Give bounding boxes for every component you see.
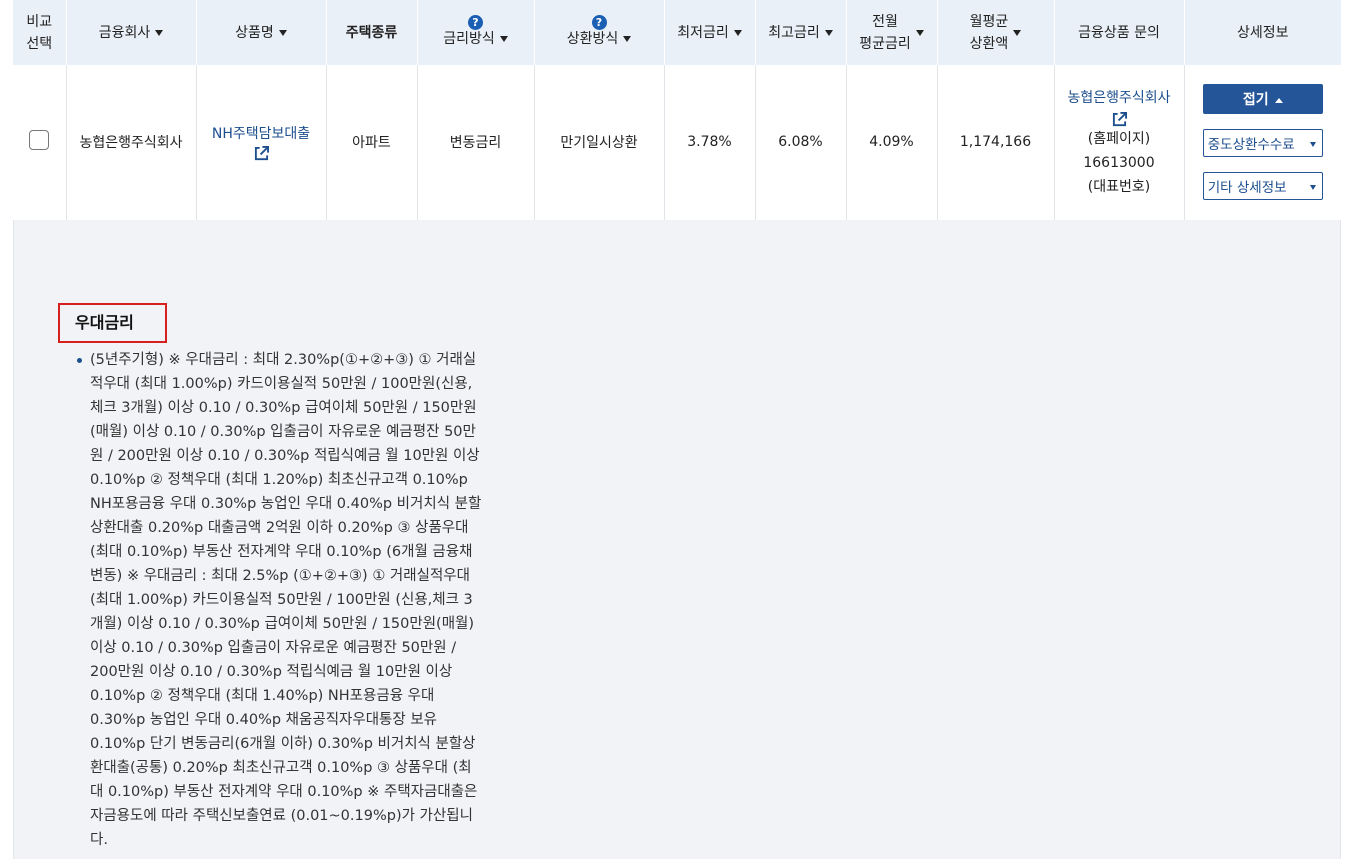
cell-max-rate: 6.08% (754, 65, 846, 221)
sort-caret-icon[interactable] (733, 29, 742, 36)
cell-rate-type: 변동금리 (416, 65, 534, 221)
inquiry-homepage-label: (홈페이지) (1087, 130, 1151, 147)
header-company[interactable]: 금융회사 (65, 0, 196, 65)
cell-prev-avg-rate: 4.09% (845, 65, 937, 221)
header-max-rate[interactable]: 최고금리 (754, 0, 846, 65)
product-table: 비교 선택 금융회사 상품명 주택종류 ? 금리방식 ? 상환방식 최저금리 최고금… (13, 0, 1341, 221)
cell-compare (13, 65, 66, 221)
header-rate-type-label: 금리방식 (443, 31, 495, 47)
product-link[interactable]: NH주택담보대출 (212, 126, 310, 142)
header-compare: 비교 선택 (13, 0, 66, 65)
caret-down-icon (1309, 185, 1316, 191)
caret-down-icon (1309, 142, 1316, 148)
cell-monthly-repay: 1,174,166 (936, 65, 1054, 221)
help-icon[interactable]: ? (591, 15, 607, 30)
loan-comparison-table: 비교 선택 금융회사 상품명 주택종류 ? 금리방식 ? 상환방식 최저금리 최고금… (13, 0, 1341, 221)
header-inquiry: 금융상품 문의 (1053, 0, 1184, 65)
sort-caret-icon[interactable] (915, 29, 924, 36)
bullet-icon (77, 358, 82, 363)
header-product-label: 상품명 (235, 24, 274, 41)
header-repay-type-label: 상환방식 (566, 31, 619, 47)
header-house-type: 주택종류 (325, 0, 417, 65)
detail-panel: 우대금리 (5년주기형) ※ 우대금리 : 최대 2.30%p(①+②+③) ①… (13, 220, 1341, 859)
preferential-rate-text: (5년주기형) ※ 우대금리 : 최대 2.30%p(①+②+③) ① 거래실적… (90, 352, 482, 848)
cell-product: NH주택담보대출 (195, 65, 326, 221)
cell-house-type: 아파트 (325, 65, 417, 221)
prepay-fee-button[interactable]: 중도상환수수료 (1202, 129, 1323, 158)
inquiry-phone: 16613000 (1083, 154, 1155, 171)
preferential-rate-title: 우대금리 (58, 303, 167, 343)
help-icon[interactable]: ? (468, 15, 483, 30)
other-detail-button-label: 기타 상세정보 (1207, 180, 1287, 197)
header-rate-type[interactable]: ? 금리방식 (416, 0, 534, 65)
external-link-icon[interactable] (254, 146, 269, 161)
fold-button-label: 접기 (1242, 92, 1269, 109)
header-monthly-repay-label: 월평균 상환액 (969, 13, 1009, 52)
header-detail-label: 상세정보 (1236, 24, 1289, 41)
header-monthly-repay[interactable]: 월평균 상환액 (936, 0, 1054, 65)
fold-button[interactable]: 접기 (1202, 84, 1323, 115)
header-detail: 상세정보 (1183, 0, 1341, 65)
header-house-type-label: 주택종류 (345, 24, 398, 41)
sort-caret-icon[interactable] (155, 29, 164, 36)
header-max-rate-label: 최고금리 (768, 24, 820, 41)
header-product[interactable]: 상품명 (195, 0, 326, 65)
cell-repay-type: 만기일시상환 (533, 65, 664, 221)
header-min-rate[interactable]: 최저금리 (663, 0, 755, 65)
header-inquiry-label: 금융상품 문의 (1078, 24, 1160, 41)
cell-detail: 접기 중도상환수수료 기타 상세정보 (1183, 65, 1341, 221)
cell-company: 농협은행주식회사 (65, 65, 196, 221)
compare-checkbox[interactable] (29, 130, 50, 151)
sort-caret-icon[interactable] (824, 29, 833, 36)
header-company-label: 금융회사 (98, 24, 151, 41)
header-min-rate-label: 최저금리 (677, 24, 729, 41)
inquiry-company-link[interactable]: 농협은행주식회사 (1067, 90, 1170, 106)
header-repay-type[interactable]: ? 상환방식 (533, 0, 664, 65)
header-prev-avg-rate[interactable]: 전월 평균금리 (845, 0, 937, 65)
sort-caret-icon[interactable] (278, 29, 287, 36)
prepay-fee-button-label: 중도상환수수료 (1207, 137, 1295, 154)
sort-caret-icon[interactable] (1013, 29, 1022, 36)
external-link-icon[interactable] (1112, 111, 1127, 127)
inquiry-phone-label: (대표번호) (1087, 178, 1151, 195)
cell-min-rate: 3.78% (663, 65, 755, 221)
header-compare-label: 비교 선택 (26, 13, 53, 52)
caret-up-icon (1274, 97, 1283, 103)
other-detail-button[interactable]: 기타 상세정보 (1202, 172, 1323, 201)
table-row: 농협은행주식회사 NH주택담보대출 아파트 변동금리 만기일시상환 3.78% … (13, 65, 1341, 221)
sort-caret-icon[interactable] (623, 36, 632, 42)
cell-inquiry: 농협은행주식회사 (홈페이지) 16613000 (대표번호) (1053, 65, 1184, 221)
preferential-rate-item: (5년주기형) ※ 우대금리 : 최대 2.30%p(①+②+③) ① 거래실적… (77, 348, 482, 852)
table-header-row: 비교 선택 금융회사 상품명 주택종류 ? 금리방식 ? 상환방식 최저금리 최고금… (13, 0, 1341, 65)
sort-caret-icon[interactable] (499, 36, 508, 42)
header-prev-avg-rate-label: 전월 평균금리 (859, 13, 911, 52)
